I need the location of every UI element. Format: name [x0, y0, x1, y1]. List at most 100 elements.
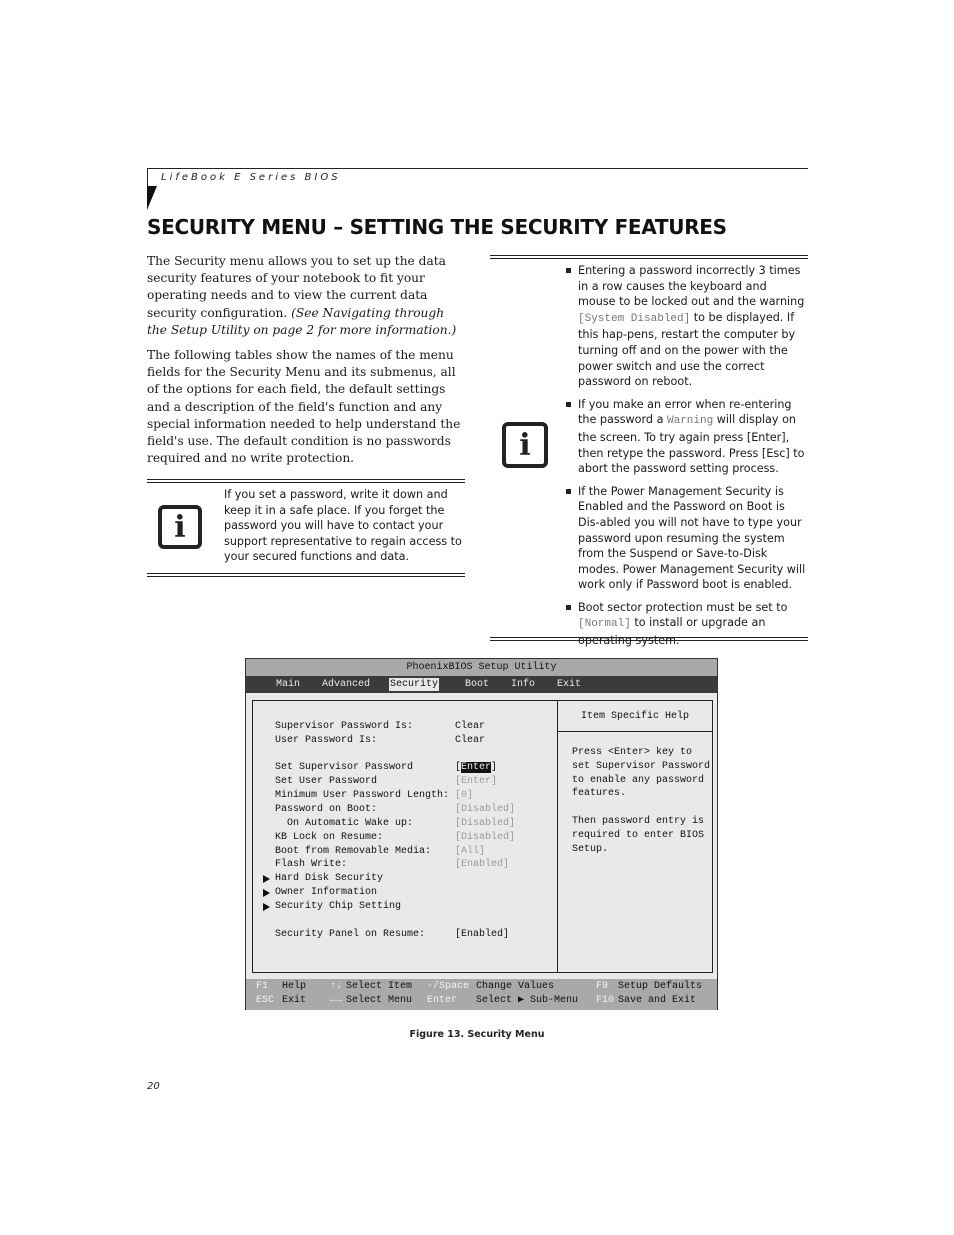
bios-tab-exit[interactable]: Exit [556, 678, 582, 691]
bios-help-pane: Item Specific Help Press <Enter> key to … [557, 700, 713, 973]
page-title: SECURITY MENU – SETTING THE SECURITY FEA… [147, 215, 727, 239]
row-value[interactable]: [Enabled] [455, 858, 509, 872]
key-f1: F1 [256, 981, 269, 992]
bullet-square-icon [566, 401, 571, 407]
running-header: LifeBook E Series BIOS [147, 168, 808, 212]
bios-submenu-owner-information[interactable]: Owner Information [263, 886, 377, 900]
row-label: Set Supervisor Password [275, 762, 414, 773]
intro-paragraph: The Security menu allows you to set up t… [147, 253, 465, 339]
info-icon: i [158, 505, 202, 549]
tip-item: Boot sector protection must be set to [N… [565, 600, 807, 649]
key-f1-action: Help [282, 981, 307, 992]
bios-row-security-panel-on-resume[interactable]: Security Panel on Resume: [Enabled] [275, 928, 509, 942]
bios-menu-bar: Main Advanced Security Boot Info Exit [246, 676, 717, 693]
row-label: On Automatic Wake up: [275, 818, 414, 829]
bios-title: PhoenixBIOS Setup Utility [246, 659, 717, 676]
key-esc-action: Exit [282, 995, 307, 1006]
row-value[interactable]: [0] [455, 789, 473, 803]
submenu-arrow-icon [263, 889, 270, 897]
header-vertical-rule [147, 168, 148, 188]
row-value: Clear [455, 735, 486, 746]
bios-key-legend: F1 Help ↑↓ Select Item -/Space Change Va… [246, 979, 717, 1010]
row-value[interactable]: [All] [455, 845, 485, 859]
row-label: Hard Disk Security [275, 873, 384, 884]
key-minus-space: -/Space [427, 981, 470, 992]
row-label: Password on Boot: [275, 804, 378, 815]
row-value[interactable]: [Enter] [455, 761, 497, 775]
tip-item: If you make an error when re-entering th… [565, 397, 807, 477]
tip-code: [System Disabled] [578, 312, 691, 325]
bracket: ] [491, 762, 498, 773]
updown-arrows-icon: ↑↓ [330, 981, 343, 992]
row-value: Clear [455, 721, 486, 732]
help-heading: Item Specific Help [558, 701, 712, 732]
tip-item: Entering a password incorrectly 3 times … [565, 263, 807, 390]
header-wedge-mark [147, 186, 157, 210]
key-enter-action: Select ▶ Sub-Menu [476, 995, 579, 1006]
row-label: KB Lock on Resume: [275, 832, 384, 843]
note-rule-bottom [490, 637, 808, 641]
key-esc: ESC [256, 995, 275, 1006]
bios-tab-main[interactable]: Main [275, 678, 301, 691]
key-f9-action: Setup Defaults [618, 981, 703, 992]
key-updown-action: Select Item [346, 981, 413, 992]
key-minus-space-action: Change Values [476, 981, 555, 992]
tip-text: Boot sector protection must be set to [578, 600, 788, 614]
bios-submenu-hard-disk-security[interactable]: Hard Disk Security [263, 872, 383, 886]
bios-row-flash-write[interactable]: Flash Write: [Enabled] [275, 858, 509, 872]
security-tips-note-box: i Entering a password incorrectly 3 time… [490, 255, 808, 647]
bios-row-on-automatic-wake-up[interactable]: On Automatic Wake up: [Disabled] [275, 817, 515, 831]
bullet-square-icon [566, 488, 571, 494]
submenu-arrow-icon [263, 903, 270, 911]
password-note-box: i If you set a password, write it down a… [147, 479, 465, 578]
row-label: User Password Is: [275, 735, 378, 746]
help-text: Press <Enter> key to set Supervisor Pass… [572, 747, 711, 855]
row-label: Flash Write: [275, 859, 348, 870]
bios-row-user-password-status: User Password Is: Clear [275, 734, 485, 748]
bios-tab-advanced[interactable]: Advanced [321, 678, 371, 691]
row-value[interactable]: [Enabled] [455, 928, 509, 942]
row-value[interactable]: [Disabled] [455, 831, 515, 845]
bullet-square-icon [566, 604, 571, 610]
leftright-arrows-icon: ←→ [330, 995, 343, 1006]
tip-text: If the Power Management Security is Enab… [578, 484, 806, 592]
row-label: Set User Password [275, 776, 378, 787]
submenu-arrow-icon [263, 875, 270, 883]
row-value[interactable]: [Enter] [455, 775, 497, 789]
note-rule-top [147, 479, 465, 483]
note-text: If you set a password, write it down and… [224, 488, 462, 564]
bios-row-boot-from-removable-media[interactable]: Boot from Removable Media: [All] [275, 845, 485, 859]
running-title: LifeBook E Series BIOS [161, 172, 341, 183]
figure-caption: Figure 13. Security Menu [409, 1029, 545, 1040]
key-enter: Enter [427, 995, 458, 1006]
header-rule [147, 168, 808, 169]
tip-item: If the Power Management Security is Enab… [565, 484, 807, 593]
row-label: Owner Information [275, 887, 378, 898]
key-f10: F10 [596, 995, 615, 1006]
bios-tab-security[interactable]: Security [389, 678, 440, 691]
bios-row-set-supervisor-password[interactable]: Set Supervisor Password [Enter] [275, 761, 497, 775]
bios-row-password-on-boot[interactable]: Password on Boot: [Disabled] [275, 803, 515, 817]
bios-row-kb-lock-on-resume[interactable]: KB Lock on Resume: [Disabled] [275, 831, 515, 845]
selected-value[interactable]: Enter [461, 762, 492, 773]
tip-code: Warning [667, 415, 714, 428]
bios-security-screen: PhoenixBIOS Setup Utility Main Advanced … [245, 658, 718, 1010]
tables-paragraph: The following tables show the names of t… [147, 348, 461, 466]
bios-tab-boot[interactable]: Boot [464, 678, 490, 691]
note-rule-top [490, 255, 808, 259]
info-icon: i [502, 422, 548, 468]
row-value[interactable]: [Disabled] [455, 817, 515, 831]
row-label: Security Panel on Resume: [275, 929, 426, 940]
key-f9: F9 [596, 981, 609, 992]
row-value[interactable]: [Disabled] [455, 803, 515, 817]
bios-row-min-password-length[interactable]: Minimum User Password Length: [0] [275, 789, 473, 803]
bios-submenu-security-chip-setting[interactable]: Security Chip Setting [263, 900, 401, 914]
row-label: Boot from Removable Media: [275, 846, 432, 857]
note-rule-bottom [147, 573, 465, 577]
bullet-square-icon [566, 268, 571, 273]
bios-row-supervisor-password-status: Supervisor Password Is: Clear [275, 720, 485, 734]
page-number: 20 [147, 1081, 160, 1092]
key-f10-action: Save and Exit [618, 995, 697, 1006]
bios-tab-info[interactable]: Info [510, 678, 536, 691]
bios-row-set-user-password[interactable]: Set User Password [Enter] [275, 775, 497, 789]
